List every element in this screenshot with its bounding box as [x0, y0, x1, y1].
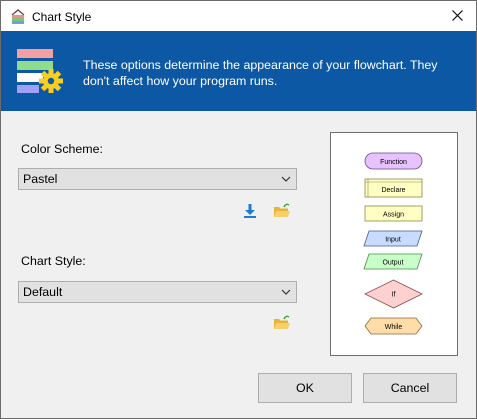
- color-scheme-value: Pastel: [23, 172, 58, 186]
- chevron-down-icon: [281, 289, 291, 295]
- flowchart-preview: Function Declare Assign Input Output If …: [330, 132, 458, 356]
- cancel-button[interactable]: Cancel: [363, 373, 457, 403]
- banner-message: These options determine the appearance o…: [83, 58, 438, 88]
- chevron-down-icon: [281, 176, 291, 182]
- chart-style-value: Default: [23, 285, 63, 299]
- shape-declare: Declare: [364, 178, 423, 198]
- close-button[interactable]: [440, 1, 476, 31]
- chart-style-dialog: Chart Style These options determine the …: [0, 0, 477, 419]
- shape-if: If: [364, 279, 423, 309]
- while-label: While: [385, 324, 403, 331]
- title-bar: Chart Style: [1, 1, 476, 31]
- app-icon: [11, 9, 25, 24]
- chart-style-label: Chart Style:: [21, 254, 86, 268]
- shape-assign: Assign: [364, 205, 423, 222]
- open-folder-icon[interactable]: [273, 202, 291, 220]
- shape-function: Function: [364, 152, 423, 170]
- ok-button[interactable]: OK: [258, 373, 352, 403]
- window-title: Chart Style: [32, 10, 92, 24]
- if-label: If: [392, 292, 396, 299]
- input-label: Input: [385, 237, 401, 244]
- color-scheme-label: Color Scheme:: [21, 142, 103, 156]
- function-label: Function: [380, 159, 407, 166]
- open-folder-icon[interactable]: [273, 314, 291, 332]
- color-scheme-dropdown[interactable]: Pastel: [18, 168, 297, 190]
- download-icon[interactable]: [241, 202, 259, 220]
- output-label: Output: [382, 260, 403, 267]
- info-banner: These options determine the appearance o…: [1, 31, 476, 111]
- close-icon: [452, 10, 463, 21]
- chart-style-icon: [17, 49, 63, 93]
- shape-input: Input: [363, 230, 423, 247]
- declare-label: Declare: [381, 187, 405, 194]
- shape-while: While: [364, 317, 423, 335]
- shape-output: Output: [363, 253, 423, 270]
- assign-label: Assign: [383, 212, 404, 219]
- chart-style-dropdown[interactable]: Default: [18, 281, 297, 303]
